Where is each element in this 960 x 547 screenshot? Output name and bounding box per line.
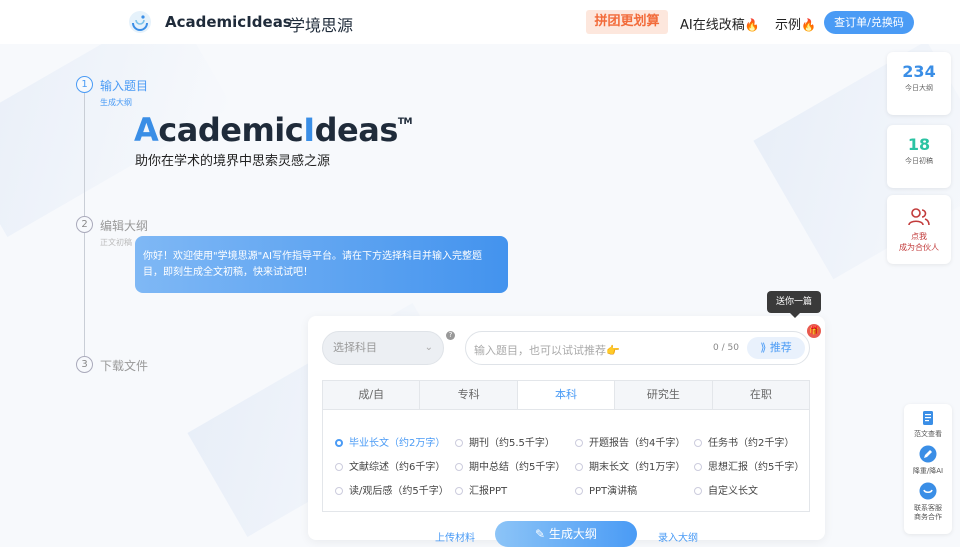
option-radio[interactable]: 开题报告（约4千字） <box>575 434 685 449</box>
gift-icon[interactable]: 🎁 <box>807 324 821 338</box>
topic-input-placeholder: 输入题目，也可以试试推荐👉 <box>474 344 620 357</box>
brand-name[interactable]: AcademicIdeas <box>165 13 292 31</box>
step-2-number: 2 <box>76 216 93 233</box>
upload-material-link[interactable]: 上传材料 <box>435 529 475 544</box>
edit-icon <box>919 445 937 463</box>
hero-subtitle: 助你在学术的境界中思索灵感之源 <box>135 154 331 169</box>
sparkle-icon: ⟫ <box>760 341 770 354</box>
contact-service-button[interactable]: 联系客服 商务合作 <box>904 482 952 522</box>
contact-line2: 商务合作 <box>914 513 942 521</box>
recommend-button[interactable]: ⟫ 推荐 <box>747 337 805 359</box>
order-lookup-button[interactable]: 查订单/兑换码 <box>824 11 914 34</box>
logo-icon <box>129 11 151 33</box>
partner-line2: 成为合伙人 <box>899 243 939 252</box>
radio-icon <box>455 439 463 447</box>
step-1-title: 输入题目 <box>100 79 149 93</box>
radio-icon <box>694 487 702 495</box>
char-count: 0 / 50 <box>713 343 739 353</box>
option-radio[interactable]: 毕业长文（约2万字） <box>335 434 445 449</box>
chevron-down-icon: ⌄ <box>424 342 433 353</box>
contact-line1: 联系客服 <box>914 504 942 512</box>
edit-square-icon: ✎ <box>535 527 549 541</box>
step-1-subtitle: 生成大纲 <box>100 98 132 107</box>
option-radio[interactable]: 读/观后感（约5千字） <box>335 482 449 497</box>
input-outline-link[interactable]: 录入大纲 <box>658 529 698 544</box>
stat-draft-today: 18 今日初稿 <box>887 125 951 188</box>
ai-edit-label: AI在线改稿 <box>680 18 745 33</box>
generate-outline-label: 生成大纲 <box>548 527 597 541</box>
tab-in-service[interactable]: 在职 <box>713 381 809 409</box>
radio-icon <box>335 439 343 447</box>
stat-outline-today: 234 今日大纲 <box>887 52 951 115</box>
radio-icon <box>575 487 583 495</box>
example-link[interactable]: 示例🔥 <box>775 14 816 33</box>
fire-icon: 🔥 <box>801 18 816 32</box>
gift-tooltip: 送你一篇 <box>767 291 821 318</box>
topic-input[interactable]: 输入题目，也可以试试推荐👉 0 / 50 ⟫ 推荐 <box>465 331 810 365</box>
chat-icon <box>919 482 937 500</box>
stat-draft-number: 18 <box>907 135 931 154</box>
subject-select-placeholder: 选择科目 <box>333 341 377 354</box>
side-tools-panel: 范文查看 降重/降AI 联系客服 商务合作 <box>904 404 952 534</box>
sample-view-button[interactable]: 范文查看 <box>904 410 952 439</box>
radio-icon <box>335 487 343 495</box>
radio-icon <box>335 463 343 471</box>
users-icon <box>908 208 930 226</box>
option-radio[interactable]: 期刊（约5.5千字） <box>455 434 555 449</box>
option-radio[interactable]: PPT演讲稿 <box>575 482 637 497</box>
option-radio[interactable]: 期中总结（约5千字） <box>455 458 565 473</box>
option-radio[interactable]: 任务书（约2千字） <box>694 434 794 449</box>
rewrite-label: 降重/降AI <box>912 467 944 475</box>
option-radio[interactable]: 文献综述（约6千字） <box>335 458 445 473</box>
generate-outline-button[interactable]: ✎ 生成大纲 <box>495 521 637 547</box>
radio-icon <box>455 463 463 471</box>
brand-name-cn[interactable]: 学境思源 <box>289 12 353 36</box>
example-label: 示例 <box>775 18 802 33</box>
option-radio[interactable]: 自定义长文 <box>694 482 758 497</box>
rewrite-button[interactable]: 降重/降AI <box>904 445 952 476</box>
radio-icon <box>694 463 702 471</box>
stat-outline-number: 234 <box>902 62 936 81</box>
step-3-number: 3 <box>76 356 93 373</box>
top-header: AcademicIdeas 学境思源 拼团更划算 AI在线改稿🔥 示例🔥 查订单… <box>0 0 960 44</box>
group-buy-link[interactable]: 拼团更划算 <box>586 10 668 34</box>
partner-line1: 点我 <box>911 232 927 241</box>
radio-icon <box>575 463 583 471</box>
recommend-label: 推荐 <box>769 341 792 354</box>
step-3-title: 下载文件 <box>100 359 149 373</box>
help-icon[interactable]: ? <box>446 331 455 340</box>
option-radio[interactable]: 思想汇报（约5千字） <box>694 458 804 473</box>
option-radio[interactable]: 汇报PPT <box>455 482 507 497</box>
option-radio[interactable]: 期末长文（约1万字） <box>575 458 685 473</box>
subject-select[interactable]: 选择科目 ⌄ <box>322 331 444 365</box>
ai-edit-link[interactable]: AI在线改稿🔥 <box>680 14 760 33</box>
partner-button[interactable]: 点我 成为合伙人 <box>887 195 951 264</box>
sample-view-label: 范文查看 <box>914 430 942 438</box>
step-2-subtitle: 正文初稿 <box>100 238 132 247</box>
tab-junior-college[interactable]: 专科 <box>420 381 518 409</box>
level-tabs: 成/自 专科 本科 研究生 在职 <box>322 380 810 410</box>
welcome-text: 你好！欢迎使用"学境思源"AI写作指导平台。请在下方选择科目并输入完整题目，即刻… <box>143 251 482 278</box>
welcome-bubble: 你好！欢迎使用"学境思源"AI写作指导平台。请在下方选择科目并输入完整题目，即刻… <box>135 236 508 293</box>
hero-title: AcademicIdeasTM <box>134 111 412 149</box>
step-2-title: 编辑大纲 <box>100 219 149 233</box>
tab-undergraduate[interactable]: 本科 <box>517 381 616 409</box>
tab-graduate[interactable]: 研究生 <box>615 381 713 409</box>
stat-draft-label: 今日初稿 <box>905 157 933 165</box>
document-icon <box>923 411 933 425</box>
radio-icon <box>575 439 583 447</box>
tab-adult[interactable]: 成/自 <box>323 381 421 409</box>
step-1-number: 1 <box>76 76 93 93</box>
stat-outline-label: 今日大纲 <box>905 84 933 92</box>
fire-icon: 🔥 <box>744 18 760 32</box>
radio-icon <box>694 439 702 447</box>
radio-icon <box>455 487 463 495</box>
